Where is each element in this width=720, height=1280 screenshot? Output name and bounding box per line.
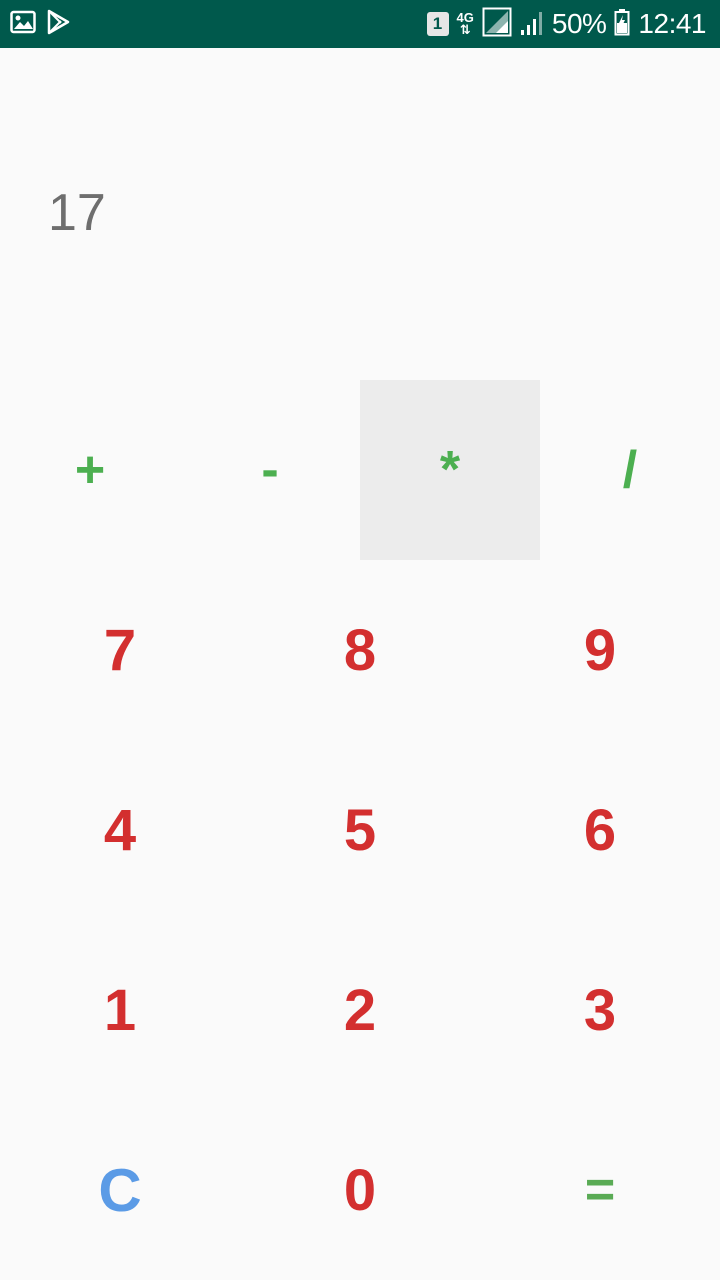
status-bar: 1 4G ⇅ 50% 12:41 — [0, 0, 720, 48]
add-button[interactable]: + — [0, 380, 180, 560]
digit-row-789: 7 8 9 — [0, 560, 720, 740]
digit-row-123: 1 2 3 — [0, 920, 720, 1100]
digit-0-button[interactable]: 0 — [240, 1100, 480, 1280]
signal-icon — [482, 7, 512, 42]
equals-button[interactable]: = — [480, 1100, 720, 1280]
play-store-icon — [46, 9, 70, 40]
digit-3-button[interactable]: 3 — [480, 920, 720, 1100]
network-type: 4G ⇅ — [457, 11, 474, 37]
subtract-button[interactable]: - — [180, 380, 360, 560]
digit-2-button[interactable]: 2 — [240, 920, 480, 1100]
battery-icon — [614, 8, 630, 41]
calculator-display: 17 — [48, 184, 106, 242]
data-arrows-icon: ⇅ — [459, 22, 471, 37]
clear-button[interactable]: C — [0, 1100, 240, 1280]
divide-button[interactable]: / — [540, 380, 720, 560]
gallery-icon — [10, 10, 36, 39]
digit-6-button[interactable]: 6 — [480, 740, 720, 920]
signal-2-icon — [520, 8, 544, 41]
sim-icon: 1 — [426, 12, 449, 36]
bottom-row: C 0 = — [0, 1100, 720, 1280]
status-bar-notifications — [10, 9, 70, 40]
digit-row-456: 4 5 6 — [0, 740, 720, 920]
digit-9-button[interactable]: 9 — [480, 560, 720, 740]
digit-4-button[interactable]: 4 — [0, 740, 240, 920]
digit-8-button[interactable]: 8 — [240, 560, 480, 740]
digit-1-button[interactable]: 1 — [0, 920, 240, 1100]
operator-row: + - * / — [0, 380, 720, 560]
multiply-button[interactable]: * — [360, 380, 540, 560]
status-bar-system: 1 4G ⇅ 50% 12:41 — [426, 6, 706, 42]
clock: 12:41 — [638, 8, 706, 39]
digit-7-button[interactable]: 7 — [0, 560, 240, 740]
battery-percent: 50% — [551, 8, 607, 39]
digit-5-button[interactable]: 5 — [240, 740, 480, 920]
